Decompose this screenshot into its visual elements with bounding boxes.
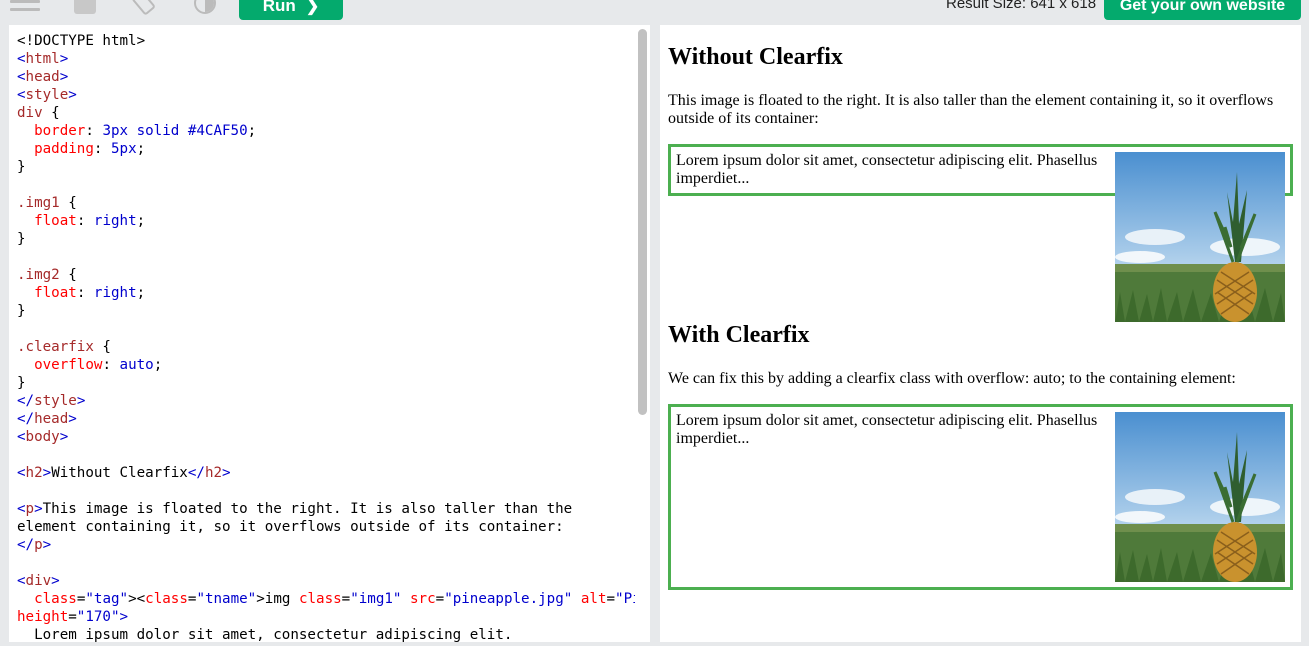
result-paragraph-2: We can fix this by adding a clearfix cla… <box>668 370 1236 387</box>
run-button[interactable]: Run ❯ <box>239 0 343 20</box>
editor-scroll-thumb[interactable] <box>638 29 647 415</box>
result-box-2-text: Lorem ipsum dolor sit amet, consectetur … <box>676 412 1098 447</box>
result-size-label: Result Size: 641 x 618 <box>946 0 1097 12</box>
code-editor[interactable]: <!DOCTYPE html> <html> <head> <style> di… <box>9 25 650 642</box>
chevron-right-icon: ❯ <box>305 0 320 15</box>
result-heading-without-clearfix: Without Clearfix <box>668 44 843 70</box>
rotate-icon[interactable] <box>132 0 158 15</box>
toolbar: Run ❯ Result Size: 641 x 618 Get your ow… <box>0 0 1309 24</box>
result-heading-with-clearfix: With Clearfix <box>668 322 810 348</box>
menu-icon[interactable] <box>10 0 40 14</box>
result-paragraph-1: This image is floated to the right. It i… <box>668 92 1274 127</box>
theme-toggle-icon[interactable] <box>194 0 216 14</box>
get-website-button[interactable]: Get your own website <box>1104 0 1301 20</box>
result-box-1-text: Lorem ipsum dolor sit amet, consectetur … <box>676 152 1098 187</box>
pineapple-image-1 <box>1115 152 1285 322</box>
run-button-label: Run <box>262 0 296 15</box>
fullscreen-icon[interactable] <box>74 0 96 14</box>
result-frame: Without Clearfix This image is floated t… <box>660 25 1301 642</box>
pineapple-image-2 <box>1115 412 1285 582</box>
editor-scrollbar[interactable] <box>635 25 650 642</box>
code-text[interactable]: <!DOCTYPE html> <html> <head> <style> di… <box>17 32 650 642</box>
